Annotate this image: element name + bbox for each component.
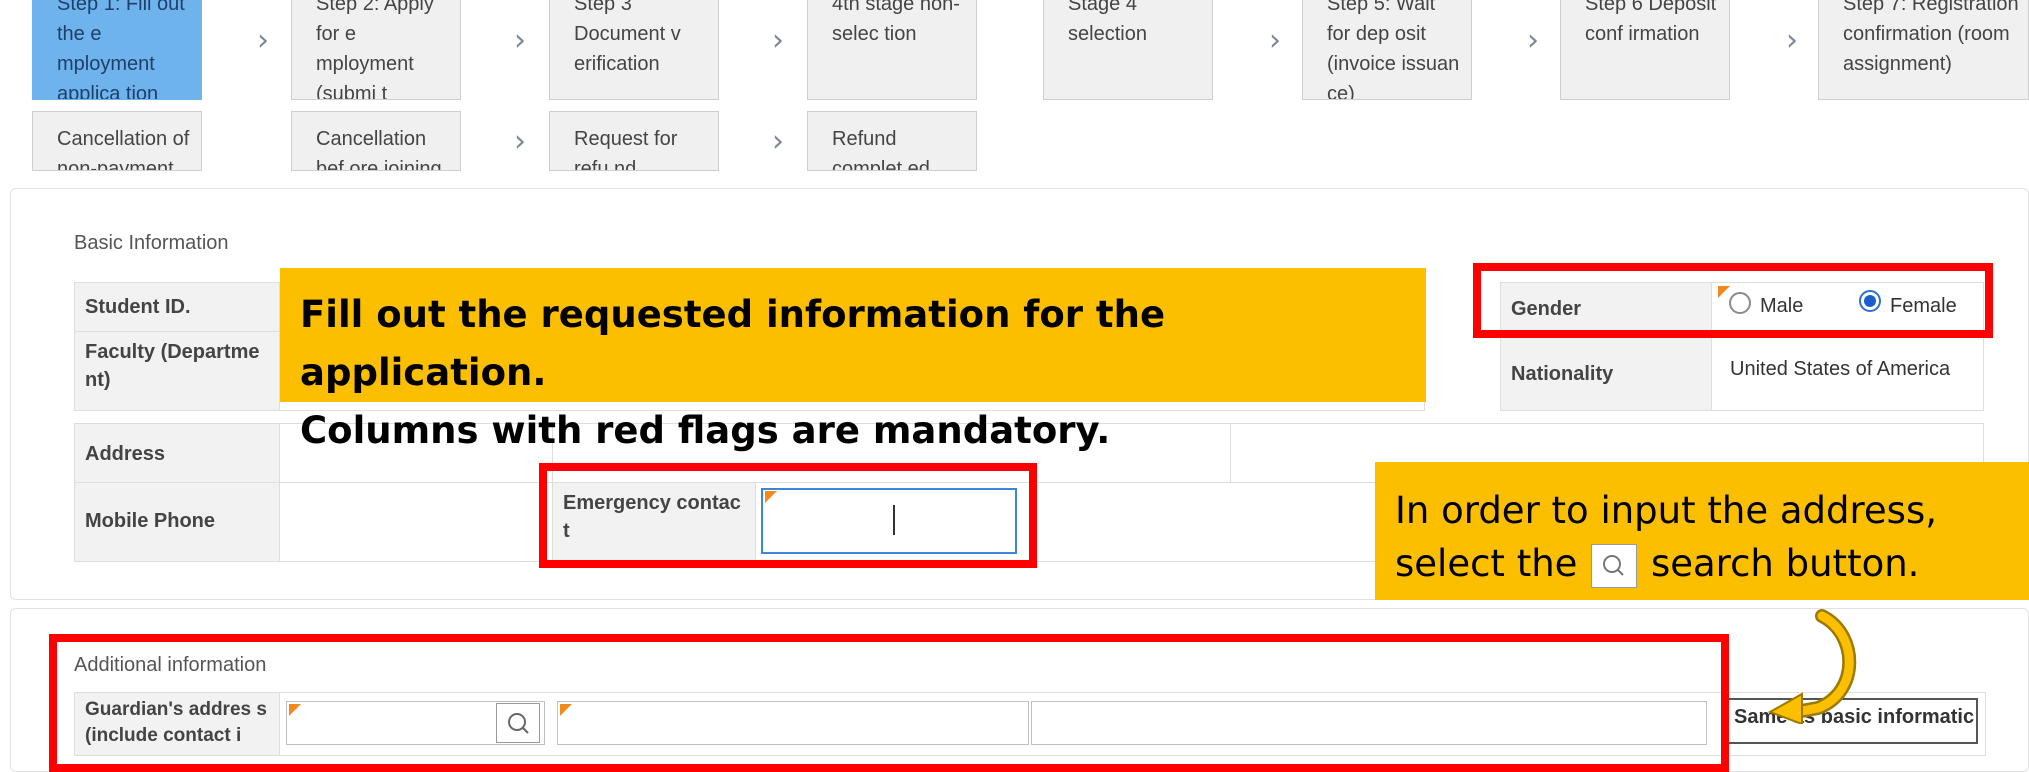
instruction-line-1: Fill out the requested information for t… [300, 293, 1166, 394]
address-hint-post: search button. [1650, 542, 1920, 585]
guardian-address-input[interactable] [557, 701, 1029, 745]
step-4-nonselection-tab[interactable]: 4th stage non-selec tion [807, 0, 977, 100]
student-id-label: Student ID. [74, 282, 280, 332]
chevron-right-icon: › [1527, 23, 1539, 58]
required-flag-icon [1718, 286, 1730, 298]
additional-information-title: Additional information [74, 654, 267, 676]
step-6-tab[interactable]: Step 6 Deposit conf irmation [1560, 0, 1730, 100]
required-flag-icon [560, 704, 572, 716]
instruction-line-2: Columns with red flags are mandatory. [300, 409, 1111, 452]
chevron-right-icon: › [1269, 23, 1281, 58]
address-hint-pre: select the [1395, 542, 1578, 585]
search-icon [1591, 543, 1638, 588]
nationality-label: Nationality [1500, 337, 1712, 411]
cancellation-nonpayment-tab[interactable]: Cancellation of non-payment [32, 111, 202, 171]
emergency-contact-input[interactable] [761, 488, 1017, 554]
step-3-tab[interactable]: Step 3 Document v erification [549, 0, 719, 100]
chevron-right-icon: › [514, 124, 526, 159]
gender-female-radio[interactable] [1859, 290, 1881, 312]
step-1-tab[interactable]: Step 1: Fill out the e mployment applica… [32, 0, 202, 100]
chevron-right-icon: › [1786, 23, 1798, 58]
mobile-phone-label: Mobile Phone [74, 482, 280, 562]
guardian-address-label: Guardian's addres s (include contact i [74, 692, 280, 756]
text-cursor [893, 505, 895, 535]
address-label: Address [74, 423, 280, 483]
chevron-right-icon: › [772, 124, 784, 159]
step-4-selection-tab[interactable]: Stage 4 selection [1043, 0, 1213, 100]
step-2-tab[interactable]: Step 2: Apply for e mployment (submi t a… [291, 0, 461, 100]
emergency-contact-label: Emergency contac t [552, 482, 756, 562]
nationality-value: United States of America [1711, 337, 1984, 411]
gender-male-label[interactable]: Male [1760, 295, 1803, 318]
step-7-tab[interactable]: Step 7: Registration confirmation (room … [1818, 0, 2029, 100]
faculty-label: Faculty (Departme nt) [74, 331, 280, 411]
curved-arrow-icon [1767, 609, 1857, 724]
basic-information-title: Basic Information [74, 232, 229, 254]
gender-male-radio[interactable] [1729, 292, 1751, 314]
guardian-address-detail-input[interactable] [1031, 701, 1707, 745]
refund-request-tab[interactable]: Request for refu nd [549, 111, 719, 171]
step-5-tab[interactable]: Step 5: Wait for dep osit (invoice issua… [1302, 0, 1472, 100]
refund-completed-tab[interactable]: Refund complet ed [807, 111, 977, 171]
address-hint-callout: In order to input the address, select th… [1375, 462, 2029, 600]
chevron-right-icon: › [257, 23, 269, 58]
required-flag-icon [289, 704, 301, 716]
address-hint-line-1: In order to input the address, [1395, 489, 1937, 532]
gender-female-label[interactable]: Female [1890, 295, 1957, 318]
chevron-right-icon: › [514, 23, 526, 58]
instruction-callout: Fill out the requested information for t… [280, 268, 1426, 452]
chevron-right-icon: › [772, 23, 784, 58]
gender-label: Gender [1500, 282, 1712, 338]
mobile-phone-value [279, 482, 553, 562]
cancellation-before-joining-tab[interactable]: Cancellation bef ore joining [291, 111, 461, 171]
search-icon [508, 713, 529, 734]
address-search-button[interactable] [496, 703, 540, 743]
step-flow: Step 1: Fill out the e mployment applica… [0, 0, 2029, 172]
address-hint-line-2: select the search button. [1395, 537, 2009, 590]
required-flag-icon [765, 491, 777, 503]
